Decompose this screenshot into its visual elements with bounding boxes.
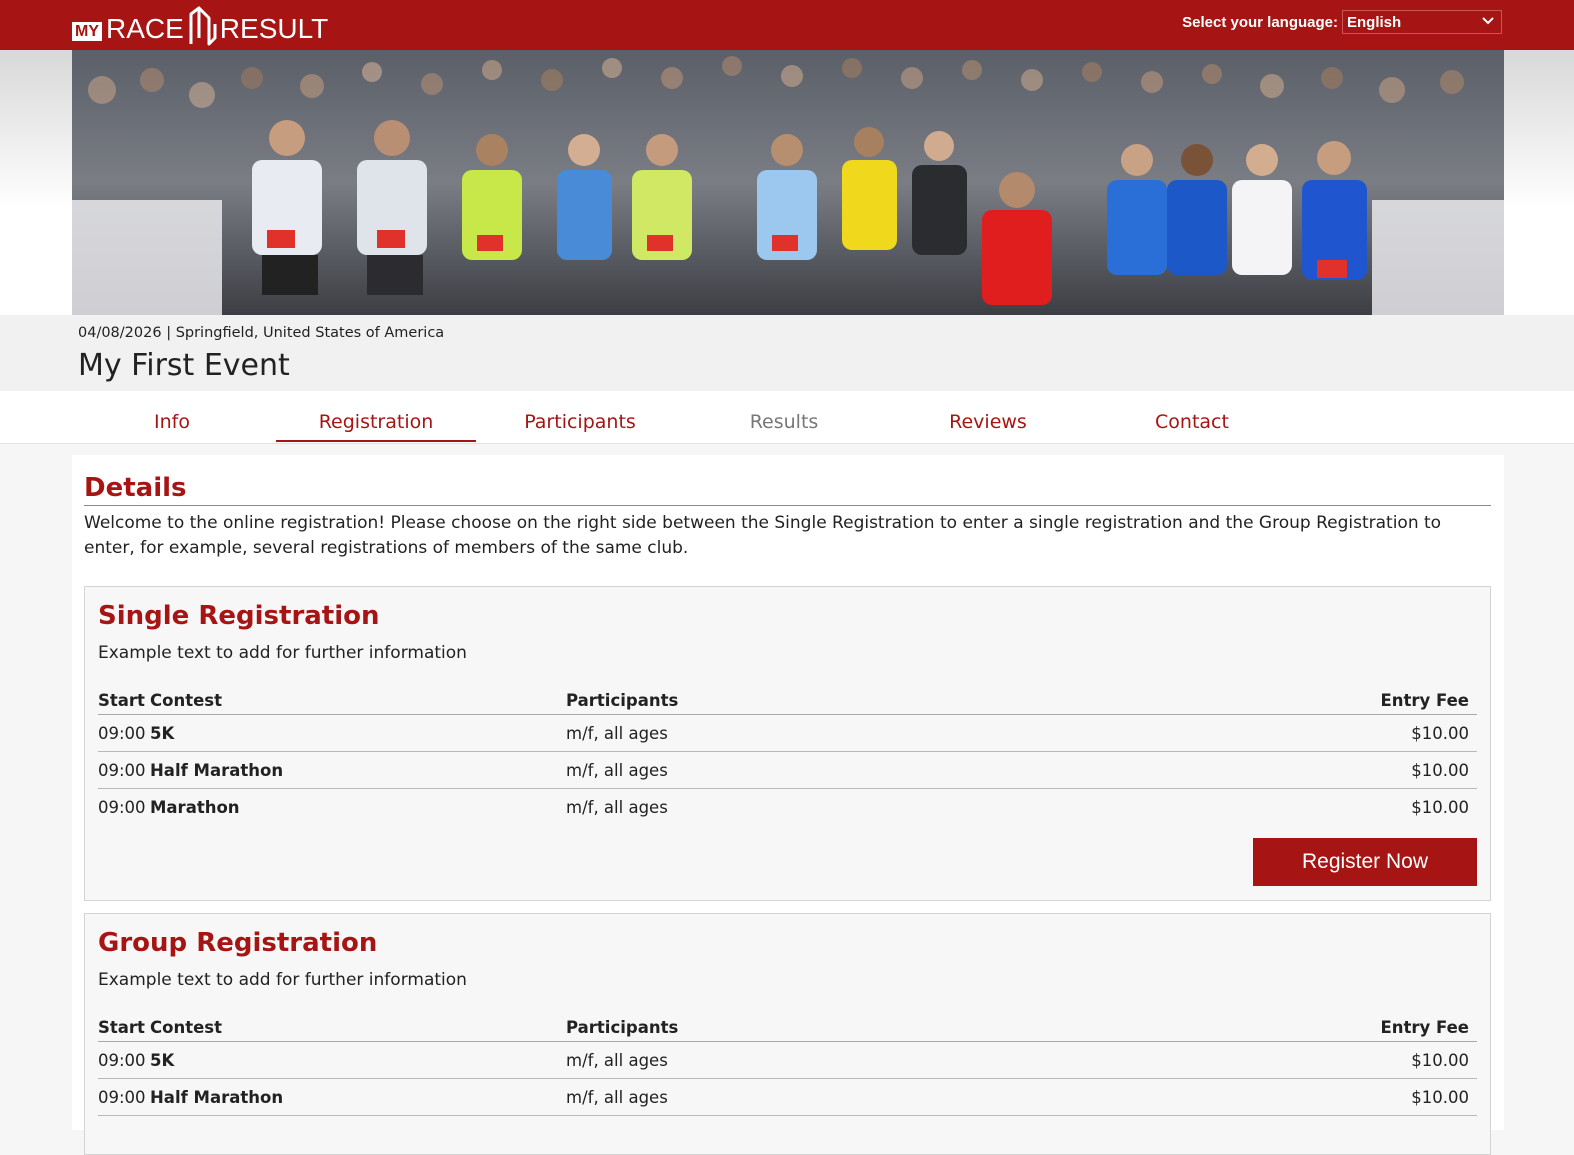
- table-row: 09:00 Half Marathon m/f, all ages $10.00: [98, 751, 1477, 789]
- tab-contact[interactable]: Contact: [1092, 391, 1292, 442]
- row-contest: 5K: [150, 1041, 566, 1079]
- event-tabs: Info Registration Participants Results R…: [0, 391, 1574, 444]
- col-entry-fee: Entry Fee: [1166, 685, 1477, 715]
- logo-result: RESULT: [219, 13, 329, 44]
- row-start: 09:00: [98, 751, 150, 789]
- tab-info[interactable]: Info: [72, 391, 272, 442]
- single-registration-card: Single Registration Example text to add …: [84, 586, 1491, 901]
- logo[interactable]: MY RACE RESULT: [72, 4, 328, 46]
- single-registration-title: Single Registration: [98, 601, 380, 631]
- table-header-row: Start Contest Participants Entry Fee: [98, 685, 1477, 715]
- table-row: 09:00 Half Marathon m/f, all ages $10.00: [98, 1078, 1477, 1116]
- row-contest: Half Marathon: [150, 1078, 566, 1116]
- main-content: Details Welcome to the online registrati…: [72, 455, 1504, 1155]
- table-header-row: Start Contest Participants Entry Fee: [98, 1012, 1477, 1042]
- tab-reviews[interactable]: Reviews: [888, 391, 1088, 442]
- row-start: 09:00: [98, 797, 146, 817]
- row-participants: m/f, all ages: [566, 1041, 1166, 1079]
- table-row: 09:00 5K m/f, all ages $10.00: [98, 714, 1477, 752]
- col-participants: Participants: [566, 685, 1166, 715]
- logo-mark-icon: [189, 6, 217, 46]
- group-contest-table: Start Contest Participants Entry Fee 09:…: [98, 1012, 1477, 1116]
- row-participants: m/f, all ages: [566, 1078, 1166, 1116]
- event-banner-image: [72, 50, 1504, 315]
- banner-area: [0, 50, 1574, 315]
- row-start: 09:00: [98, 714, 150, 752]
- group-registration-card: Group Registration Example text to add f…: [84, 913, 1491, 1155]
- language-value: English: [1347, 13, 1402, 31]
- row-participants: m/f, all ages: [566, 751, 1166, 789]
- tab-results: Results: [749, 411, 819, 433]
- single-registration-desc: Example text to add for further informat…: [98, 643, 467, 663]
- language-selector: Select your language: English: [1182, 10, 1502, 34]
- event-header: 04/08/2026 | Springfield, United States …: [0, 315, 1574, 391]
- event-title: My First Event: [78, 348, 290, 383]
- language-label: Select your language:: [1182, 13, 1338, 31]
- group-registration-desc: Example text to add for further informat…: [98, 970, 467, 990]
- col-entry-fee: Entry Fee: [1166, 1012, 1477, 1042]
- table-row: 09:00 Marathon m/f, all ages $10.00: [98, 789, 1477, 826]
- meta-separator: |: [166, 325, 172, 341]
- row-participants: m/f, all ages: [566, 797, 668, 817]
- row-fee: $10.00: [1166, 1078, 1477, 1116]
- language-select[interactable]: English: [1342, 10, 1502, 34]
- col-start: Start: [98, 685, 150, 715]
- top-bar: MY RACE RESULT Select your language: Eng…: [0, 0, 1574, 50]
- chevron-down-icon: [1482, 17, 1494, 25]
- row-start: 09:00: [98, 1041, 150, 1079]
- register-now-button[interactable]: Register Now: [1253, 838, 1477, 886]
- row-fee: $10.00: [1411, 797, 1469, 817]
- tab-registration[interactable]: Registration: [276, 391, 476, 442]
- row-participants: m/f, all ages: [566, 714, 1166, 752]
- logo-my: MY: [72, 22, 102, 41]
- row-fee: $10.00: [1166, 751, 1477, 789]
- event-date: 04/08/2026: [78, 325, 162, 341]
- single-contest-table: Start Contest Participants Entry Fee 09:…: [98, 685, 1477, 825]
- runners-photo: [72, 50, 1504, 315]
- col-start: Start: [98, 1012, 150, 1042]
- event-location: Springfield, United States of America: [175, 325, 445, 341]
- group-registration-title: Group Registration: [98, 928, 378, 958]
- row-start: 09:00: [98, 1078, 150, 1116]
- table-row: 09:00 5K m/f, all ages $10.00: [98, 1041, 1477, 1079]
- details-intro: Welcome to the online registration! Plea…: [84, 513, 1442, 558]
- row-contest: Half Marathon: [150, 751, 566, 789]
- event-meta: 04/08/2026 | Springfield, United States …: [78, 325, 444, 341]
- tab-participants[interactable]: Participants: [480, 391, 680, 442]
- row-contest: 5K: [150, 714, 566, 752]
- col-participants: Participants: [566, 1012, 1166, 1042]
- row-contest: Marathon: [150, 797, 240, 817]
- col-contest: Contest: [150, 685, 566, 715]
- row-fee: $10.00: [1166, 714, 1477, 752]
- row-fee: $10.00: [1166, 1041, 1477, 1079]
- col-contest: Contest: [150, 1012, 566, 1042]
- details-title: Details: [84, 471, 1491, 506]
- logo-race: RACE: [106, 13, 184, 44]
